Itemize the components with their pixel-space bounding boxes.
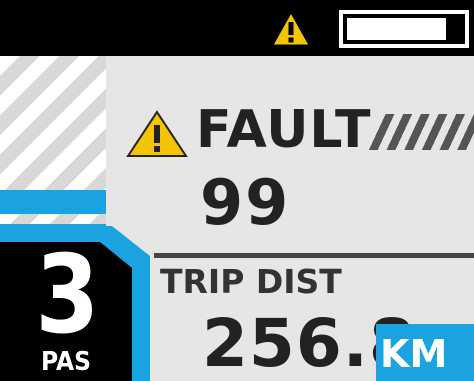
assist-bar xyxy=(0,190,106,214)
battery-level-fill xyxy=(347,18,446,40)
status-bar xyxy=(0,0,474,56)
assist-level-value: 3 xyxy=(35,233,100,358)
unit-label: KM xyxy=(380,332,448,376)
fault-label: FAULT xyxy=(196,100,372,160)
assist-mode-label: PAS xyxy=(41,347,91,377)
warning-triangle-icon xyxy=(272,12,310,46)
fault-hatch-decoration xyxy=(368,114,474,150)
battery-indicator xyxy=(339,10,469,48)
display-screen: 3 PAS FAULT 99 TRIP DIST 256.8 KM xyxy=(0,0,474,381)
divider xyxy=(154,253,474,258)
assist-stripe-panel xyxy=(0,56,106,282)
trip-label: TRIP DIST xyxy=(160,262,342,301)
fault-code: 99 xyxy=(200,166,291,239)
warning-triangle-icon xyxy=(126,110,188,157)
